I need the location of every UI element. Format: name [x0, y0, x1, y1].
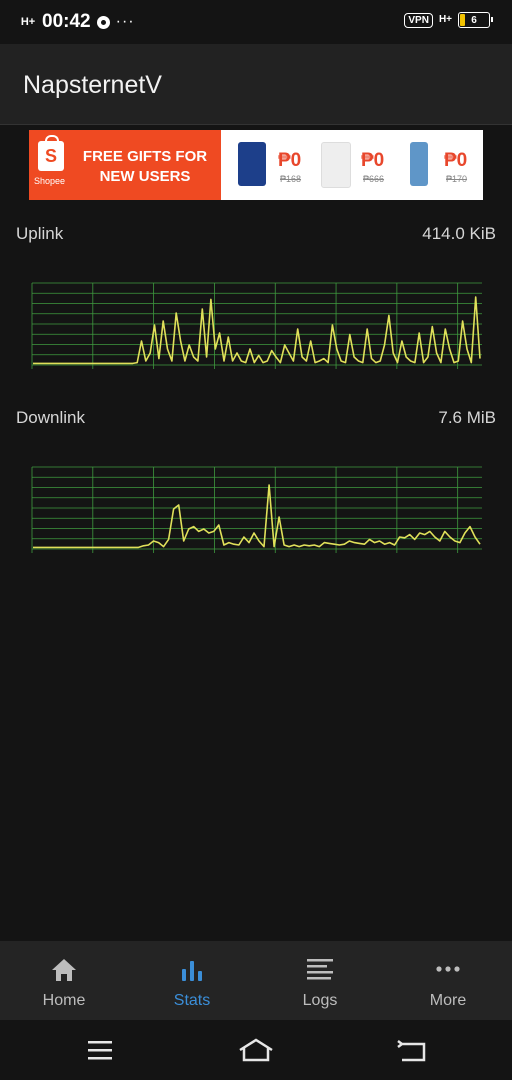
app-bar: NapsternetV	[0, 44, 512, 125]
ad-brand: Shopee	[34, 176, 66, 186]
downlink-graph	[31, 466, 482, 553]
nav-label: Logs	[302, 992, 338, 1009]
status-right: VPN H+ 6	[404, 12, 493, 28]
product-price: ₱0	[361, 150, 385, 171]
app-title: NapsternetV	[23, 71, 162, 99]
ad-banner[interactable]: S Shopee FREE GIFTS FOR NEW USERS ₱0 ₱16…	[29, 130, 483, 200]
product-image-earbuds	[321, 142, 351, 188]
nav-more[interactable]: More	[384, 941, 512, 1020]
nav-logs[interactable]: Logs	[256, 941, 384, 1020]
ad-headline-line2: NEW USERS	[99, 168, 191, 185]
product-image-rice	[238, 142, 266, 186]
traffic-series-line	[33, 484, 481, 549]
shopee-logo-icon: S	[38, 135, 64, 171]
ad-product-1[interactable]: ₱0 ₱168	[236, 138, 301, 194]
chrome-icon	[96, 15, 110, 29]
ad-product-2[interactable]: ₱0 ₱666	[319, 138, 384, 194]
product-old-price: ₱168	[280, 174, 302, 184]
status-left: H+ 00:42 ···	[20, 10, 135, 34]
downlink-label: Downlink	[16, 408, 85, 427]
product-price: ₱0	[278, 150, 302, 171]
ad-headline-line1: FREE GIFTS FOR	[82, 148, 208, 165]
uplink-graph	[31, 282, 482, 369]
product-old-price: ₱666	[363, 174, 385, 184]
battery-level: 6	[471, 14, 477, 26]
system-home-icon[interactable]	[236, 1034, 276, 1066]
more-dots-icon	[436, 966, 460, 972]
list-lines-icon	[307, 959, 333, 980]
uplink-value: 414.0 KiB	[422, 224, 496, 243]
clock: 00:42	[42, 11, 91, 32]
battery-icon: 6	[458, 12, 493, 28]
product-price: ₱0	[444, 150, 468, 171]
status-bar: H+ 00:42 ··· VPN H+ 6	[0, 0, 512, 44]
network-type-right: H+	[438, 14, 452, 25]
bar-chart-icon	[182, 961, 202, 981]
vpn-badge: VPN	[404, 12, 433, 28]
nav-label: Stats	[173, 992, 211, 1009]
system-navigation-bar	[0, 1020, 512, 1080]
network-type-left: H+	[20, 15, 36, 28]
ad-brand-panel[interactable]: S Shopee FREE GIFTS FOR NEW USERS	[29, 130, 221, 200]
nav-label: More	[429, 992, 467, 1009]
home-icon	[52, 959, 76, 981]
uplink-label: Uplink	[16, 224, 64, 243]
traffic-series-line	[33, 296, 481, 365]
back-icon[interactable]	[392, 1034, 432, 1066]
more-notifications-icon: ···	[115, 13, 135, 30]
nav-home[interactable]: Home	[0, 941, 128, 1020]
product-image-powerbank	[410, 142, 428, 186]
bottom-navigation: Home Stats Logs More	[0, 941, 512, 1020]
ad-headline: FREE GIFTS FOR NEW USERS	[75, 147, 215, 187]
product-old-price: ₱170	[446, 174, 468, 184]
nav-stats[interactable]: Stats	[128, 941, 256, 1020]
nav-label: Home	[42, 992, 86, 1009]
ad-product-3[interactable]: ₱0 ₱170	[402, 138, 467, 194]
menu-icon[interactable]	[80, 1034, 120, 1066]
downlink-value: 7.6 MiB	[438, 408, 496, 427]
